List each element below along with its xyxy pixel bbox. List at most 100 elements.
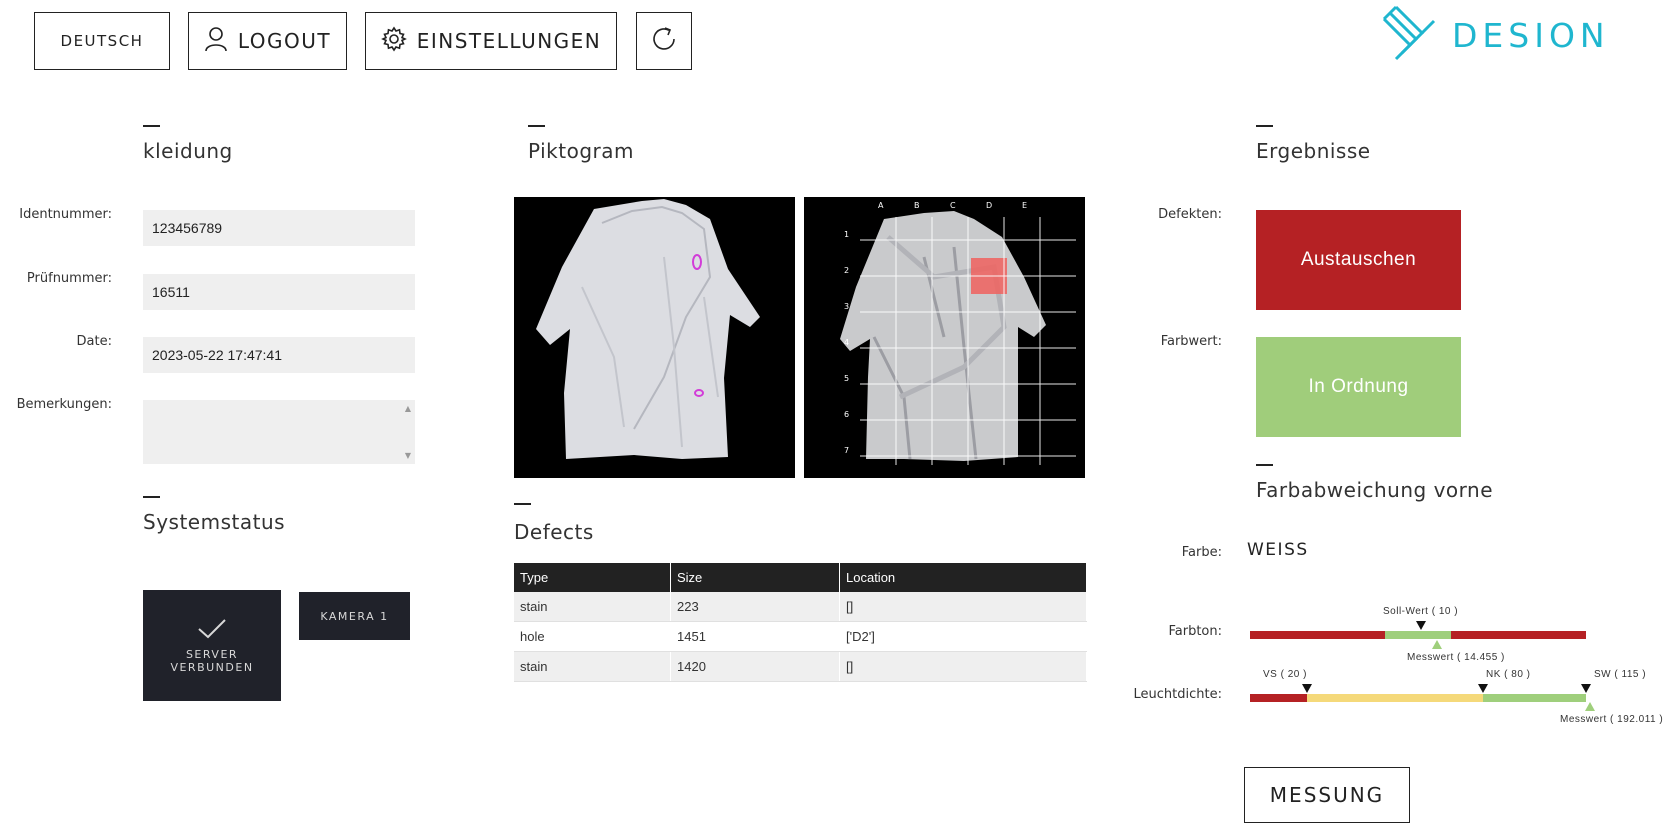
scroll-down-icon[interactable]: ▼ [405, 451, 411, 460]
farbton-bar-red-left [1250, 631, 1385, 639]
cell-location: [] [839, 651, 1087, 682]
leucht-nk-marker [1478, 684, 1488, 693]
farbton-label: Farbton: [1168, 624, 1222, 639]
section-dash [143, 496, 160, 498]
grid-row-1: 1 [844, 230, 849, 239]
grid-col-a: A [878, 201, 884, 210]
farbabweichung-title: Farbabweichung vorne [1256, 478, 1494, 502]
date-field[interactable] [143, 337, 415, 373]
language-button[interactable]: DEUTSCH [34, 12, 170, 70]
leucht-sw-marker [1581, 684, 1591, 693]
cell-size: 1420 [670, 651, 840, 682]
section-dash [528, 125, 545, 127]
farbwert-status-text: In Ordnung [1308, 376, 1409, 397]
farbwert-label: Farbwert: [1160, 334, 1222, 349]
section-dash [1256, 125, 1273, 127]
gear-icon [380, 26, 407, 57]
defekten-status-text: Austauschen [1300, 249, 1417, 270]
identnummer-label: Identnummer: [19, 207, 112, 222]
logout-button[interactable]: LOGOUT [188, 12, 347, 70]
scroll-up-icon[interactable]: ▲ [405, 404, 411, 413]
leucht-bar-red [1250, 694, 1307, 702]
server-status-line2: VERBUNDEN [170, 661, 254, 674]
settings-button[interactable]: EINSTELLUNGEN [365, 12, 617, 70]
grid-row-5: 5 [844, 374, 849, 383]
desion-logo: DESION [1382, 4, 1612, 66]
table-row[interactable]: stain 223 [] [514, 592, 1087, 622]
leucht-mess-label: Messwert ( 192.011 ) [1560, 714, 1664, 725]
farbton-soll-marker [1416, 621, 1426, 630]
refresh-icon [648, 23, 680, 59]
identnummer-field[interactable] [143, 210, 415, 246]
cell-type: stain [514, 651, 671, 682]
grid-col-e: E [1022, 201, 1027, 210]
grid-col-d: D [986, 201, 992, 210]
messung-label: MESSUNG [1269, 783, 1385, 807]
leucht-vs-marker [1302, 684, 1312, 693]
farbton-soll-label: Soll-Wert ( 10 ) [1383, 606, 1459, 617]
cell-size: 223 [670, 592, 840, 622]
leucht-bar-green [1483, 694, 1586, 702]
cell-type: stain [514, 592, 671, 622]
settings-label: EINSTELLUNGEN [416, 29, 602, 53]
server-status-badge: SERVER VERBUNDEN [143, 590, 281, 701]
grid-row-7: 7 [844, 446, 849, 455]
farbton-bar-red-right [1451, 631, 1586, 639]
leucht-vs-label: VS ( 20 ) [1263, 669, 1307, 680]
date-label: Date: [76, 334, 112, 349]
grid-col-b: B [914, 201, 920, 210]
column-header-location[interactable]: Location [839, 563, 1087, 592]
server-status-line1: SERVER [185, 648, 239, 661]
desion-logo-icon [1382, 3, 1438, 67]
logo-text: DESION [1452, 15, 1610, 55]
cell-location: ['D2'] [839, 621, 1087, 652]
grid-row-2: 2 [844, 266, 849, 275]
grid-row-3: 3 [844, 302, 849, 311]
cell-type: hole [514, 621, 671, 652]
farbton-mess-marker [1432, 640, 1442, 649]
table-header-row: Type Size Location [514, 563, 1087, 592]
section-dash [1256, 464, 1273, 466]
leucht-mess-marker [1585, 702, 1595, 711]
farbwert-status-badge: In Ordnung [1256, 337, 1461, 437]
kleidung-title: kleidung [143, 139, 233, 163]
table-row[interactable]: stain 1420 [] [514, 651, 1087, 682]
leucht-nk-label: NK ( 80 ) [1486, 669, 1531, 680]
grid-col-c: C [950, 201, 956, 210]
systemstatus-title: Systemstatus [143, 510, 286, 534]
column-header-type[interactable]: Type [514, 563, 671, 592]
column-header-size[interactable]: Size [670, 563, 840, 592]
refresh-button[interactable] [636, 12, 692, 70]
bemerkungen-label: Bemerkungen: [16, 397, 112, 412]
language-label: DEUTSCH [60, 32, 144, 50]
grid-row-4: 4 [844, 338, 849, 347]
farbton-bar-green [1385, 631, 1451, 639]
farbe-value: WEISS [1247, 540, 1309, 560]
garment-photo [514, 197, 795, 478]
camera-button[interactable]: KAMERA 1 [299, 592, 410, 640]
cell-location: [] [839, 592, 1087, 622]
defekten-label: Defekten: [1158, 207, 1222, 222]
leucht-bar-yellow [1307, 694, 1483, 702]
pruefnummer-field[interactable] [143, 274, 415, 310]
cell-size: 1451 [670, 621, 840, 652]
user-icon [204, 26, 228, 57]
grid-row-6: 6 [844, 410, 849, 419]
defects-title: Defects [514, 520, 594, 544]
farbe-label: Farbe: [1181, 545, 1222, 560]
table-row[interactable]: hole 1451 ['D2'] [514, 621, 1087, 652]
messung-button[interactable]: MESSUNG [1244, 767, 1410, 823]
defects-table: Type Size Location stain 223 [] hole 145… [514, 563, 1087, 682]
check-icon [196, 617, 228, 644]
leuchtdichte-label: Leuchtdichte: [1133, 687, 1222, 702]
defekten-status-badge: Austauschen [1256, 210, 1461, 310]
section-dash [143, 125, 160, 127]
piktogram-title: Piktogram [528, 139, 634, 163]
farbton-mess-label: Messwert ( 14.455 ) [1407, 652, 1505, 663]
leucht-sw-label: SW ( 115 ) [1594, 669, 1647, 680]
ergebnisse-title: Ergebnisse [1256, 139, 1371, 163]
logout-label: LOGOUT [237, 29, 332, 53]
pictogram-grid-image: A B C D E 1 2 3 4 5 6 7 [804, 197, 1085, 478]
bemerkungen-field[interactable]: ▲ ▼ [143, 400, 415, 464]
pruefnummer-label: Prüfnummer: [26, 271, 112, 286]
